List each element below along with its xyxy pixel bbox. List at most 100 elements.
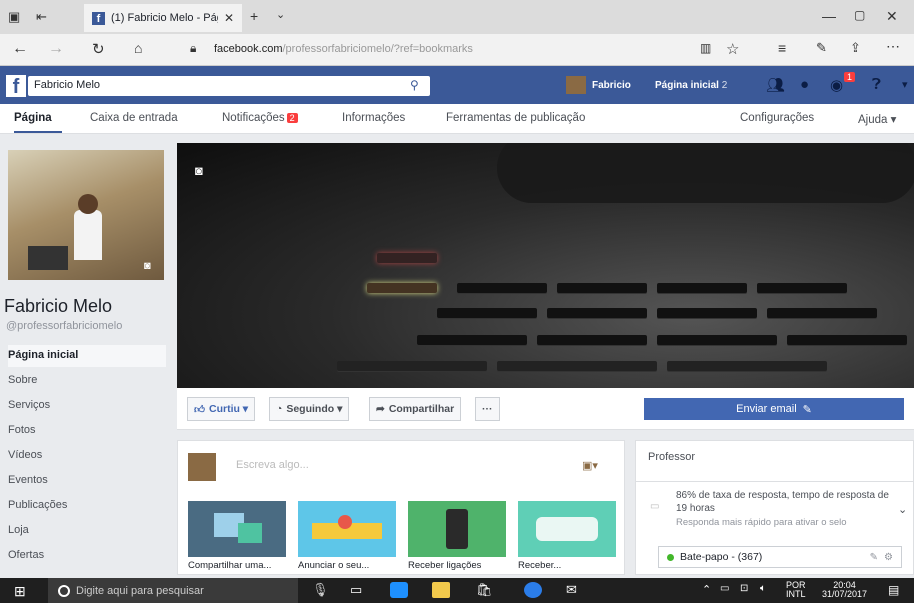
hub-icon[interactable]: ≡ [778, 40, 786, 56]
tile-label: Receber ligações [408, 560, 482, 571]
tile-receive-calls[interactable] [408, 501, 506, 557]
key-shape [767, 308, 877, 318]
message-bubble-icon [536, 517, 598, 541]
action-center-icon[interactable]: ▤ [888, 583, 899, 597]
cover-camera-icon[interactable]: ◙ [195, 163, 203, 178]
chat-settings-gear-icon[interactable]: ⚙ [884, 552, 893, 563]
key-shape [417, 335, 527, 345]
clock[interactable]: 20:04 31/07/2017 [822, 581, 867, 599]
tray-chevron-icon[interactable]: ⌃ [702, 583, 711, 596]
user-name-link[interactable]: Fabricio [592, 80, 631, 91]
facebook-search-input[interactable]: Fabricio Melo [28, 76, 430, 96]
browser-tab[interactable]: f (1) Fabricio Melo - Pági ✕ [84, 4, 242, 32]
home-label: Página inicial [655, 80, 719, 91]
page-handle[interactable]: @professorfabriciomelo [6, 320, 122, 332]
home-link[interactable]: Página inicial 2 [655, 80, 727, 91]
favorite-star-icon[interactable]: ☆ [726, 40, 739, 58]
tab-back-icon[interactable]: ⇤ [36, 9, 47, 25]
profile-picture[interactable]: ◙ [8, 150, 164, 280]
close-tab-icon[interactable]: ✕ [224, 11, 234, 25]
chevron-down-icon[interactable]: ⌄ [898, 503, 907, 516]
url-host: facebook.com [214, 43, 283, 55]
maximize-icon[interactable]: ▢ [854, 8, 865, 22]
facebook-logo-icon[interactable]: f [6, 75, 26, 97]
tab-dropdown-icon[interactable]: ⌄ [276, 8, 285, 21]
refresh-icon[interactable]: ↻ [92, 40, 105, 58]
tile-label: Compartilhar uma... [188, 560, 272, 571]
sidebar-item-home[interactable]: Página inicial [8, 345, 166, 367]
sidebar-item-offers[interactable]: Ofertas [8, 545, 166, 567]
network-icon[interactable]: ⊡ [740, 583, 748, 594]
tile-advertise[interactable] [298, 501, 396, 557]
liked-label: Curtiu ▾ [208, 403, 249, 415]
tab-page[interactable]: Página [14, 112, 52, 124]
cover-photo[interactable]: ◙ [177, 143, 914, 388]
sidebar-item-about[interactable]: Sobre [8, 370, 166, 392]
sidebar-item-events[interactable]: Eventos [8, 470, 166, 492]
internet-explorer-icon[interactable] [524, 582, 542, 598]
sidebar-item-services[interactable]: Serviços [8, 395, 166, 417]
store-icon[interactable]: 🛍︎ [476, 582, 493, 598]
tab-notifications[interactable]: Notificações 2 [222, 112, 298, 124]
new-tab-icon[interactable]: + [250, 8, 258, 24]
sidebar-item-posts[interactable]: Publicações [8, 495, 166, 517]
active-tab-indicator [14, 131, 62, 133]
tab-info[interactable]: Informações [342, 112, 405, 124]
forward-arrow-icon[interactable]: → [48, 40, 64, 58]
search-icon[interactable]: ⚲ [410, 78, 419, 92]
microphone-icon[interactable]: 🎙︎ [312, 582, 329, 598]
notifications-globe-icon[interactable]: ◉ [830, 76, 843, 94]
camera-icon[interactable]: ◙ [144, 260, 151, 272]
battery-icon[interactable]: ▭ [720, 583, 729, 594]
liked-button[interactable]: 👍︎ Curtiu ▾ [187, 397, 256, 421]
tab-list-icon[interactable]: ▣ [8, 9, 20, 25]
web-note-icon[interactable]: ✎ [816, 40, 827, 56]
lock-icon: 🔒︎ [190, 41, 197, 55]
volume-icon[interactable]: 🔈︎ [760, 583, 766, 594]
more-menu-icon[interactable]: ⋯ [886, 38, 900, 55]
key-shape [547, 308, 647, 318]
chat-compose-icon[interactable]: ✎ [870, 552, 878, 563]
language-indicator[interactable]: POR INTL [786, 581, 806, 599]
composer-input[interactable]: Escreva algo... [236, 459, 309, 471]
send-email-button[interactable]: Enviar email ✎ [644, 398, 904, 420]
response-rate-text: 86% de taxa de resposta, tempo de respos… [676, 490, 889, 514]
chat-bar[interactable]: Bate-papo - (367) ✎ ⚙ [658, 546, 902, 568]
taskbar-search-input[interactable]: Digite aqui para pesquisar [48, 578, 298, 603]
back-arrow-icon[interactable]: ← [12, 40, 28, 58]
account-dropdown-icon[interactable]: ▾ [902, 78, 908, 91]
share-browser-icon[interactable]: ⇪ [850, 40, 861, 56]
file-explorer-icon[interactable] [432, 582, 450, 598]
window-close-icon[interactable]: ✕ [886, 8, 898, 25]
help-icon[interactable]: ❓︎ [872, 76, 881, 93]
page-selector-icon[interactable]: ▣▾ [582, 459, 598, 472]
home-icon[interactable]: ⌂ [134, 40, 142, 56]
edge-taskbar-icon[interactable] [390, 582, 408, 598]
sidebar-item-shop[interactable]: Loja [8, 520, 166, 542]
tab-publishing-tools[interactable]: Ferramentas de publicação [446, 112, 585, 124]
following-button[interactable]: ◔ Seguindo ▾ [269, 397, 350, 421]
friend-requests-icon[interactable]: 👥︎ [766, 76, 785, 94]
sidebar-item-videos[interactable]: Vídeos [8, 445, 166, 467]
tile-label: Receber... [518, 560, 562, 571]
tab-inbox[interactable]: Caixa de entrada [90, 112, 178, 124]
tab-settings[interactable]: Configurações [740, 112, 814, 124]
key-shape [657, 335, 777, 345]
messages-icon[interactable]: ● [800, 76, 809, 93]
key-shape [337, 361, 487, 371]
windows-start-icon[interactable]: ⊞ [14, 583, 26, 600]
tab-help[interactable]: Ajuda ▾ [858, 112, 896, 126]
share-button[interactable]: ➦ Compartilhar [369, 397, 462, 421]
chat-label: Bate-papo - (367) [680, 551, 763, 563]
sidebar-item-photos[interactable]: Fotos [8, 420, 166, 442]
tile-share-photo[interactable] [188, 501, 286, 557]
tile-receive-messages[interactable] [518, 501, 616, 557]
mail-icon[interactable]: ✉ [566, 582, 577, 598]
reading-view-icon[interactable]: ▥ [700, 41, 711, 55]
url-field[interactable]: facebook.com/professorfabriciomelo/?ref=… [214, 43, 473, 55]
avatar[interactable] [566, 76, 586, 94]
task-view-icon[interactable]: ▭ [350, 582, 362, 598]
more-button[interactable]: ··· [475, 397, 500, 421]
response-rate-icon: ▭ [650, 501, 660, 512]
minimize-icon[interactable]: — [822, 8, 836, 24]
